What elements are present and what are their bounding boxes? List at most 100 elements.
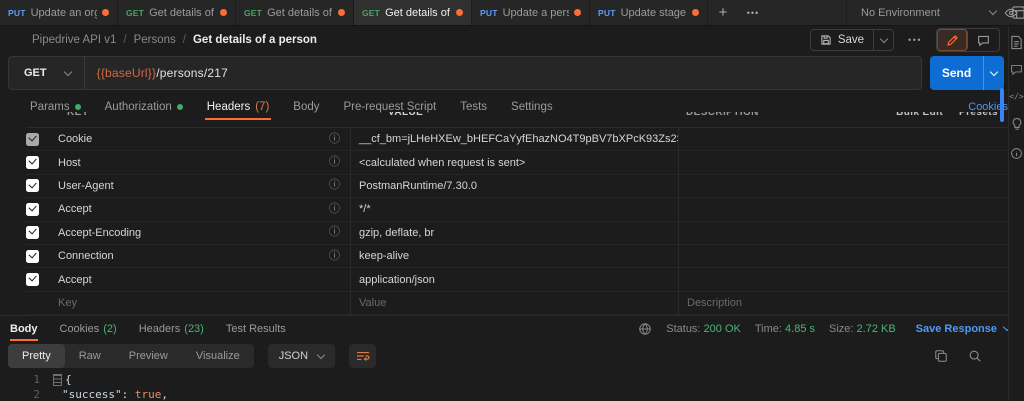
response-tab-cookies[interactable]: Cookies (2) <box>60 316 117 341</box>
header-key[interactable]: Cookie <box>58 133 92 145</box>
header-value[interactable]: application/json <box>350 268 678 291</box>
url-input[interactable]: {{baseUrl}}/persons/217 <box>85 66 228 80</box>
send-button[interactable]: Send <box>930 56 983 90</box>
header-key[interactable]: Connection <box>58 250 114 262</box>
capture-requests-icon[interactable] <box>1011 5 1024 20</box>
tab-label: Headers <box>206 101 251 113</box>
breadcrumb-separator: / <box>123 34 127 46</box>
tab-label: Update an organizatior <box>30 6 97 19</box>
request-tab-get-person-active[interactable]: GET Get details of a person <box>354 0 472 25</box>
copy-icon[interactable] <box>934 349 948 363</box>
chevron-down-icon <box>988 6 998 16</box>
tab-label: Cookies <box>59 322 100 335</box>
lightbulb-icon[interactable] <box>1011 117 1023 131</box>
unsaved-dot-icon <box>692 9 699 16</box>
tab-tests[interactable]: Tests <box>460 94 487 120</box>
header-value[interactable]: gzip, deflate, br <box>350 221 678 244</box>
header-key[interactable]: Accept <box>58 203 92 215</box>
comments-rail-icon[interactable] <box>1010 63 1023 76</box>
fold-toggle-icon[interactable] <box>53 373 62 386</box>
response-tab-headers[interactable]: Headers (23) <box>139 316 204 341</box>
view-preview[interactable]: Preview <box>115 344 182 368</box>
row-checkbox[interactable] <box>26 156 39 170</box>
documentation-icon[interactable] <box>1010 35 1023 50</box>
scrollbar-thumb[interactable] <box>1000 88 1004 122</box>
header-description[interactable] <box>678 268 1008 291</box>
comment-icon <box>978 35 989 47</box>
environment-selector[interactable]: No Environment <box>846 0 1024 25</box>
view-pretty[interactable]: Pretty <box>8 344 65 368</box>
request-tab-update-stage[interactable]: PUT Update stage details <box>590 0 708 25</box>
view-raw[interactable]: Raw <box>65 344 115 368</box>
header-key[interactable]: Accept <box>58 274 92 286</box>
request-tab-update-person[interactable]: PUT Update a person <box>472 0 590 25</box>
header-value[interactable]: PostmanRuntime/7.30.0 <box>350 174 678 198</box>
tab-params[interactable]: Params <box>30 94 81 120</box>
format-dropdown[interactable]: JSON <box>267 344 336 368</box>
send-split-button: Send <box>930 56 1004 90</box>
tab-label: Settings <box>511 101 553 113</box>
json-true-value: true <box>134 388 162 401</box>
tab-body[interactable]: Body <box>293 94 319 120</box>
row-checkbox[interactable] <box>26 273 39 287</box>
header-value[interactable]: keep-alive <box>350 244 678 268</box>
key-placeholder[interactable]: Key <box>58 297 77 309</box>
breadcrumb-folder[interactable]: Persons <box>134 34 176 46</box>
tab-authorization[interactable]: Authorization <box>105 94 183 120</box>
view-visualize[interactable]: Visualize <box>182 344 254 368</box>
new-tab-button[interactable]: + <box>708 0 738 25</box>
request-tab-get-deal[interactable]: GET Get details of a deal <box>236 0 354 25</box>
breadcrumb-collection[interactable]: Pipedrive API v1 <box>32 34 116 46</box>
header-description[interactable] <box>678 198 1008 221</box>
info-circle-icon[interactable] <box>1010 147 1023 160</box>
search-icon[interactable] <box>968 349 982 363</box>
response-tab-test-results[interactable]: Test Results <box>226 316 286 341</box>
network-globe-icon[interactable] <box>638 322 652 336</box>
tab-options-button[interactable]: ••• <box>738 0 768 25</box>
header-description[interactable] <box>678 221 1008 244</box>
header-value[interactable]: <calculated when request is sent> <box>350 151 678 174</box>
save-options-button[interactable] <box>873 30 893 50</box>
header-key[interactable]: Host <box>58 157 81 169</box>
request-tab-get-organization[interactable]: GET Get details of an organ <box>118 0 236 25</box>
response-tab-body[interactable]: Body <box>10 316 38 341</box>
response-body-editor[interactable]: 1 { 2 "success": true, <box>0 372 1024 401</box>
pencil-icon <box>946 34 958 46</box>
code-snippet-icon[interactable]: </> <box>1009 92 1023 101</box>
save-button[interactable]: Save <box>811 30 873 50</box>
header-description[interactable] <box>678 174 1008 198</box>
tab-settings[interactable]: Settings <box>511 94 553 120</box>
request-more-actions-button[interactable]: ••• <box>904 35 926 45</box>
tab-pre-request-script[interactable]: Pre-request Script <box>344 94 437 120</box>
header-value[interactable]: */* <box>350 198 678 221</box>
header-value[interactable]: __cf_bm=jLHeHXEw_bHEFCaYyfEhazNO4T9pBV7b… <box>350 128 678 151</box>
request-tab-bar: PUT Update an organizatior GET Get detai… <box>0 0 1024 26</box>
method-dropdown[interactable]: GET <box>9 57 85 89</box>
save-response-button[interactable]: Save Response <box>915 322 1012 335</box>
code-content: "success": true, <box>62 388 168 401</box>
size-label: Size: <box>829 322 854 335</box>
row-checkbox[interactable] <box>26 226 39 240</box>
method-badge: GET <box>126 7 145 18</box>
header-description[interactable] <box>678 151 1008 174</box>
wrap-lines-button[interactable] <box>349 344 377 368</box>
request-tab-update-organization[interactable]: PUT Update an organizatior <box>0 0 118 25</box>
row-checkbox[interactable] <box>26 132 39 146</box>
tab-headers[interactable]: Headers (7) <box>204 94 271 120</box>
header-description[interactable] <box>678 128 1008 151</box>
header-row-host: Host ⓘ <calculated when request is sent> <box>26 151 1008 175</box>
description-placeholder[interactable]: Description <box>687 297 742 309</box>
row-checkbox[interactable] <box>26 179 39 193</box>
save-response-label: Save Response <box>915 322 997 335</box>
header-key[interactable]: Accept-Encoding <box>58 227 141 239</box>
edit-mode-button[interactable] <box>937 29 968 51</box>
more-icon: ••• <box>746 7 760 18</box>
header-key[interactable]: User-Agent <box>58 180 114 192</box>
row-checkbox[interactable] <box>26 202 39 216</box>
send-options-button[interactable] <box>983 56 1004 90</box>
row-checkbox[interactable] <box>26 249 39 263</box>
comments-button[interactable] <box>968 29 999 51</box>
value-placeholder[interactable]: Value <box>359 297 386 309</box>
chevron-down-icon <box>63 67 72 76</box>
header-description[interactable] <box>678 244 1008 268</box>
